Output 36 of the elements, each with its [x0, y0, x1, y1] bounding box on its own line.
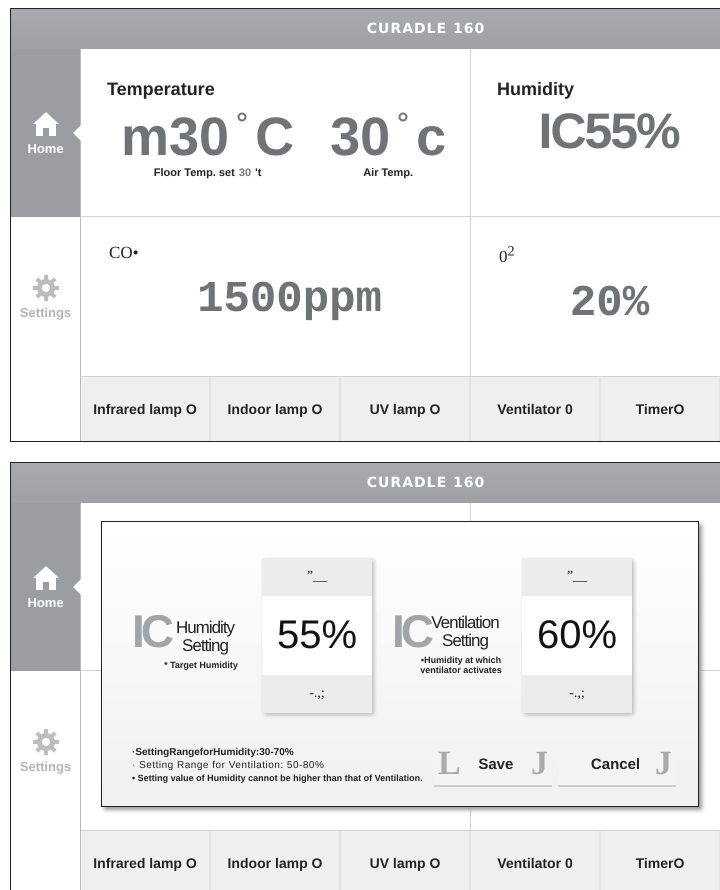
setting-value: 55% — [276, 612, 358, 659]
reading-value: 1500ppm — [196, 275, 383, 325]
setting-title: Ventilation Setting — [431, 614, 499, 650]
card-title: Temperature — [107, 79, 216, 100]
decrease-button[interactable]: -.,; — [522, 675, 632, 713]
reading-value: IC55% — [537, 102, 680, 160]
reading-value: 30 — [330, 108, 390, 168]
reading-caption: Air Temp. — [363, 167, 414, 180]
increase-button[interactable]: ”__ — [262, 558, 372, 596]
home-icon — [32, 110, 60, 136]
setting-note: •Humidity at which ventilator activates — [419, 655, 503, 676]
mark-label: IC — [132, 604, 170, 658]
reading-caption: Floor Temp. set 30 't — [154, 167, 262, 180]
increase-button[interactable]: ”__ — [522, 558, 632, 596]
setting-title: Humidity Setting — [176, 618, 234, 654]
mark-label: IC — [392, 604, 430, 656]
range-note: · Setting Range for Ventilation: 50-80% — [132, 760, 326, 771]
reading-value: m30 — [121, 108, 230, 168]
unit-label: c — [416, 108, 446, 168]
degree-icon — [237, 112, 248, 122]
reading-value: 20% — [568, 278, 650, 329]
gear-icon — [32, 728, 58, 754]
card-title: 0$^{2}$ — [499, 243, 516, 267]
home-icon — [32, 564, 60, 590]
range-note: • Setting value of Humidity cannot be higher than that of Ventilation. — [132, 773, 423, 783]
unit-label: C — [255, 108, 294, 168]
brand-title: CURADLE 160 — [366, 475, 486, 491]
setting-note: * Target Humidity — [163, 660, 239, 670]
brand-title: CURADLE 160 — [366, 21, 486, 37]
setting-value: 60% — [536, 612, 618, 659]
decrease-button[interactable]: -.,; — [262, 675, 372, 713]
card-title: Humidity — [497, 79, 576, 100]
range-note: ·SettingRangeforHumidity:30-70% — [132, 747, 295, 758]
degree-icon — [398, 112, 408, 122]
card-title: CO• — [109, 243, 140, 263]
gear-icon — [32, 274, 58, 300]
